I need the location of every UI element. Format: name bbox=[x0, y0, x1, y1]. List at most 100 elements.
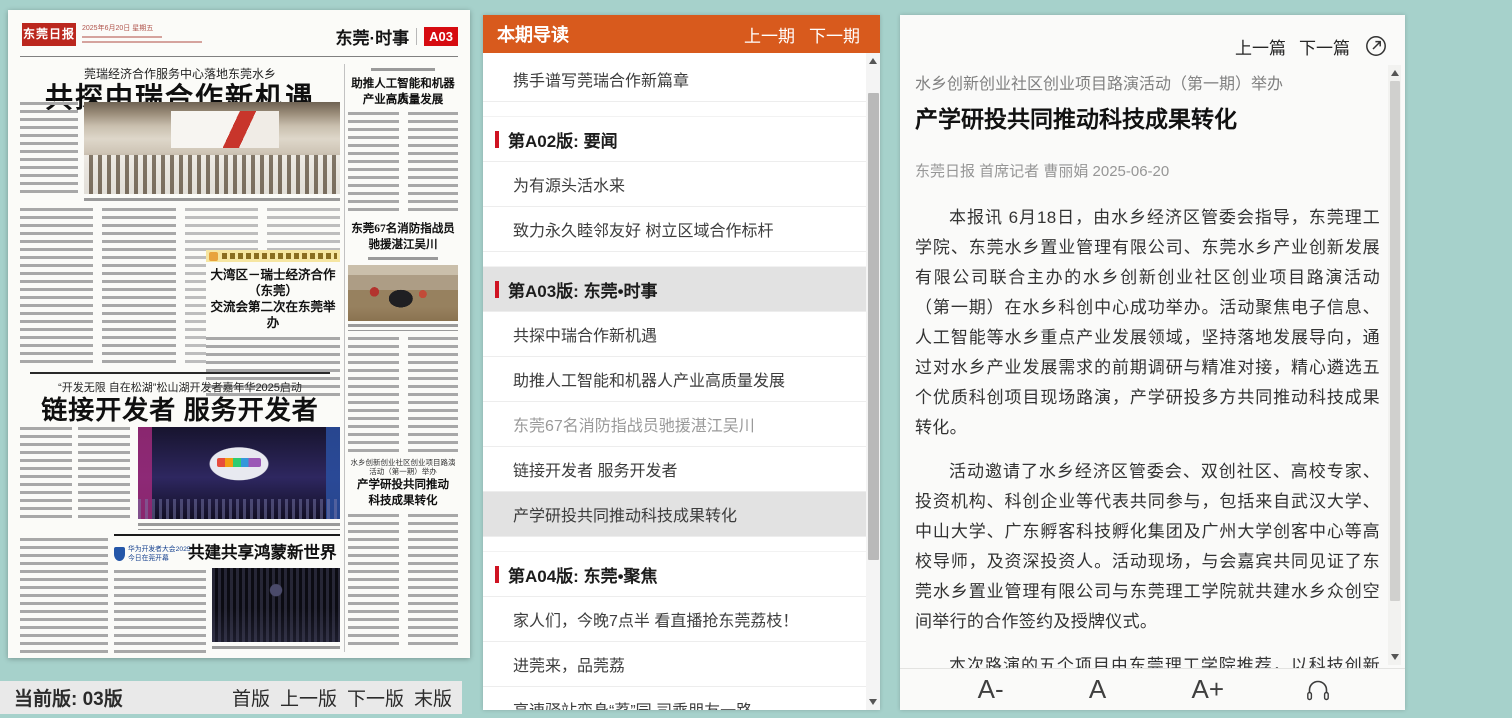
scroll-down-arrow[interactable] bbox=[869, 699, 877, 705]
scrollbar-thumb[interactable] bbox=[868, 93, 879, 560]
text-column-placeholder bbox=[20, 102, 78, 196]
article-panel: 上一篇 下一篇 水乡创新创业社区创业项目路演活动（第一期）举办 产学研投共同推动… bbox=[900, 15, 1405, 710]
text-placeholder bbox=[82, 36, 162, 39]
toc-article-item[interactable]: 产学研投共同推动科技成果转化 bbox=[483, 492, 866, 537]
newspaper-page-image[interactable]: 东莞日报 2025年6月20日 星期五 东莞·时事 A03 莞瑞经济合作服务中心… bbox=[8, 10, 470, 658]
article-content: 水乡创新创业社区创业项目路演活动（第一期）举办 产学研投共同推动科技成果转化 东… bbox=[900, 15, 1405, 668]
fire-article-headline: 东莞67名消防指战员 bbox=[348, 222, 458, 237]
last-page-link[interactable]: 末版 bbox=[414, 684, 452, 711]
prev-page-link[interactable]: 上一版 bbox=[280, 684, 337, 711]
toc-label: 为有源头活水来 bbox=[513, 172, 625, 196]
photo-caption-placeholder bbox=[138, 523, 340, 530]
gba-article-headline: 交流会第二次在东莞举办 bbox=[206, 299, 340, 331]
divider bbox=[30, 372, 330, 374]
kicker-placeholder bbox=[371, 68, 435, 72]
text-column-placeholder bbox=[78, 427, 130, 522]
toc-label: 第A03版: 东莞•时事 bbox=[508, 277, 658, 302]
font-larger-button[interactable]: A+ bbox=[1186, 673, 1231, 706]
roadshow-headline: 产学研投共同推动 bbox=[348, 478, 458, 493]
photo-caption-placeholder bbox=[84, 198, 340, 202]
toc-article-item[interactable]: 致力永久睦邻友好 树立区域合作标杆 bbox=[483, 207, 866, 252]
text-column-placeholder bbox=[408, 337, 459, 453]
toc-list: 携手谱写莞瑞合作新篇章第A02版: 要闻为有源头活水来致力永久睦邻友好 树立区域… bbox=[483, 53, 866, 710]
toc-section-header[interactable]: 第A02版: 要闻 bbox=[483, 117, 866, 162]
first-page-link[interactable]: 首版 bbox=[232, 684, 270, 711]
toc-scrollbar[interactable] bbox=[866, 53, 880, 710]
toc-article-item[interactable]: 助推人工智能和机器人产业高质量发展 bbox=[483, 357, 866, 402]
toc-article-item[interactable]: 共探中瑞合作新机遇 bbox=[483, 312, 866, 357]
toc-label: 高速驿站变身“荔”园 司乘朋友一路 bbox=[513, 697, 752, 710]
text-column-placeholder bbox=[20, 208, 93, 368]
harmony-headline: 共建共享鸿蒙新世界 bbox=[188, 539, 340, 563]
gba-article-headline: 大湾区－瑞士经济合作（东莞） bbox=[206, 267, 340, 299]
toc-article-item[interactable]: 为有源头活水来 bbox=[483, 162, 866, 207]
prev-issue-link[interactable]: 上一期 bbox=[744, 22, 795, 47]
toc-label: 东莞67名消防指战员驰援湛江吴川 bbox=[513, 412, 755, 436]
article-paragraph: 本次路演的五个项目由东莞理工学院推荐，以科技创新为核心，覆盖人工智能、数字技术等… bbox=[915, 651, 1380, 668]
text-column-placeholder bbox=[408, 112, 459, 216]
toc-article-item[interactable]: 进莞来，品莞荔 bbox=[483, 642, 866, 687]
article-scrollbar[interactable] bbox=[1388, 65, 1401, 665]
toc-section-header[interactable]: 第A03版: 东莞•时事 bbox=[483, 267, 866, 312]
next-article-link[interactable]: 下一篇 bbox=[1299, 34, 1350, 59]
fire-article-headline: 驰援湛江吴川 bbox=[348, 238, 458, 253]
toc-label: 家人们，今晚7点半 看直播抢东莞荔枝！ bbox=[513, 607, 798, 631]
scroll-down-arrow[interactable] bbox=[1391, 654, 1399, 660]
hdc-badge-line: 今日在莞开幕 bbox=[128, 554, 191, 563]
text-placeholder bbox=[82, 41, 202, 44]
toc-label: 第A04版: 东莞•聚焦 bbox=[508, 562, 658, 587]
article-body: 本报讯 6月18日，由水乡经济区管委会指导，东莞理工学院、东莞水乡置业管理有限公… bbox=[915, 203, 1380, 668]
reader-toolbar: A- A A+ bbox=[900, 668, 1405, 710]
paper-page-number: A03 bbox=[424, 27, 458, 46]
paper-masthead: 东莞日报 bbox=[22, 23, 76, 46]
open-share-icon[interactable] bbox=[1363, 33, 1389, 59]
text-column-placeholder bbox=[348, 112, 399, 216]
article-nav: 上一篇 下一篇 bbox=[1235, 33, 1389, 59]
toc-article-item[interactable]: 链接开发者 服务开发者 bbox=[483, 447, 866, 492]
toc-label: 链接开发者 服务开发者 bbox=[513, 457, 677, 481]
scroll-up-arrow[interactable] bbox=[869, 58, 877, 64]
current-page-label: 当前版: 03版 bbox=[14, 684, 123, 711]
section-marker bbox=[495, 131, 499, 148]
divider bbox=[416, 28, 417, 45]
page-links: 首版 上一版 下一版 末版 bbox=[232, 684, 452, 711]
paper-section-label: 东莞·时事 bbox=[335, 24, 409, 49]
text-column-placeholder bbox=[408, 514, 459, 650]
font-smaller-button[interactable]: A- bbox=[972, 673, 1010, 706]
toc-panel: 本期导读 上一期 下一期 携手谱写莞瑞合作新篇章第A02版: 要闻为有源头活水来… bbox=[483, 15, 880, 710]
toc-article-item[interactable]: 携手谱写莞瑞合作新篇章 bbox=[483, 57, 866, 102]
toc-article-item[interactable]: 家人们，今晚7点半 看直播抢东莞荔枝！ bbox=[483, 597, 866, 642]
roadshow-headline: 科技成果转化 bbox=[348, 494, 458, 509]
epaper-app: 东莞日报 2025年6月20日 星期五 东莞·时事 A03 莞瑞经济合作服务中心… bbox=[0, 0, 1512, 718]
toc-header: 本期导读 上一期 下一期 bbox=[483, 15, 880, 53]
paper-section-header: 东莞·时事 A03 bbox=[335, 24, 458, 49]
toc-title: 本期导读 bbox=[497, 21, 569, 47]
live-report-badge bbox=[206, 250, 340, 262]
article-byline: 东莞日报 首席记者 曹丽娟 2025-06-20 bbox=[915, 160, 1380, 181]
next-page-link[interactable]: 下一版 bbox=[347, 684, 404, 711]
divider bbox=[20, 56, 458, 57]
toc-group-gap bbox=[483, 537, 866, 552]
text-column-placeholder bbox=[20, 427, 72, 522]
toc-label: 携手谱写莞瑞合作新篇章 bbox=[513, 67, 689, 91]
ai-article-text bbox=[348, 112, 458, 216]
toc-article-item[interactable]: 高速驿站变身“荔”园 司乘朋友一路 bbox=[483, 687, 866, 710]
huawei-badge-icon bbox=[114, 547, 125, 561]
font-normal-button[interactable]: A bbox=[1083, 673, 1112, 706]
dev-article-headline: 链接开发者 服务开发者 bbox=[20, 390, 340, 427]
issue-nav: 上一期 下一期 bbox=[744, 22, 860, 47]
toc-article-item[interactable]: 东莞67名消防指战员驰援湛江吴川 bbox=[483, 402, 866, 447]
prev-article-link[interactable]: 上一篇 bbox=[1235, 34, 1286, 59]
fire-article-text bbox=[348, 337, 458, 453]
conference-photo bbox=[84, 102, 340, 194]
next-issue-link[interactable]: 下一期 bbox=[809, 22, 860, 47]
listen-audio-icon[interactable] bbox=[1303, 676, 1333, 703]
hdc-event-badge: 华为开发者大会2025 今日在莞开幕 bbox=[114, 540, 190, 568]
toc-section-header[interactable]: 第A04版: 东莞•聚焦 bbox=[483, 552, 866, 597]
toc-label: 第A02版: 要闻 bbox=[508, 127, 618, 152]
paper-masthead-info: 2025年6月20日 星期五 bbox=[82, 23, 212, 49]
scroll-up-arrow[interactable] bbox=[1391, 70, 1399, 76]
toc-group-gap bbox=[483, 102, 866, 117]
text-column-placeholder bbox=[348, 514, 399, 650]
scrollbar-thumb[interactable] bbox=[1390, 81, 1400, 601]
